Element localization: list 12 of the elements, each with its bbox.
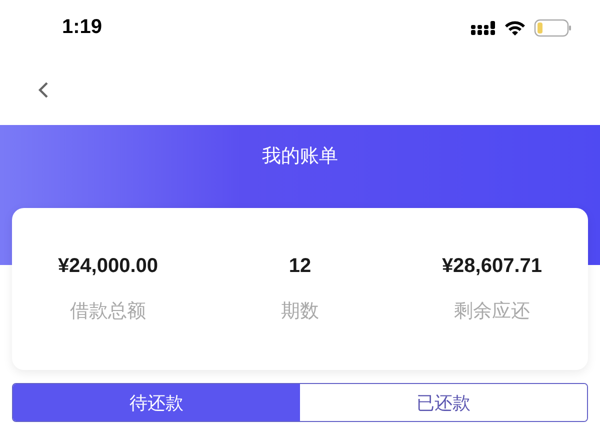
summary-label: 期数: [281, 298, 319, 324]
summary-label: 剩余应还: [454, 298, 530, 324]
summary-label: 借款总额: [70, 298, 146, 324]
status-time: 1:19: [62, 16, 102, 39]
tab[interactable]: 待还款: [13, 384, 300, 421]
wifi-icon: [504, 20, 526, 36]
battery-icon: [534, 18, 572, 36]
summary-value: ¥24,000.00: [58, 254, 158, 278]
summary-value: ¥28,607.71: [442, 254, 542, 278]
page-title: 我的账单: [262, 144, 338, 167]
signal-icon: [471, 20, 496, 36]
summary-value: 12: [288, 254, 312, 278]
